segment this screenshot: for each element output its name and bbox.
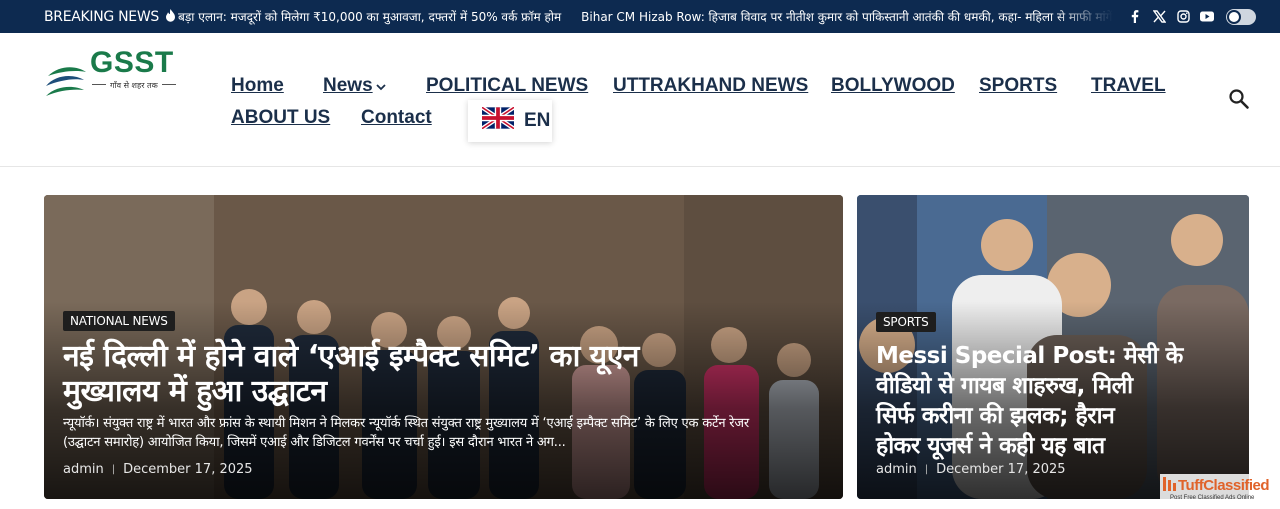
featured-article-card[interactable]: NATIONAL NEWS नई दिल्ली में होने वाले ‘ए… (44, 195, 843, 499)
language-code: EN (524, 110, 551, 131)
site-logo[interactable]: GSST गाँव से शहर तक (44, 46, 184, 122)
x-icon[interactable] (1152, 10, 1166, 24)
youtube-icon[interactable] (1200, 10, 1214, 24)
toggle-knob (1227, 9, 1241, 24)
author-link[interactable]: admin (63, 462, 104, 477)
watermark-brand: TuffClassified (1178, 477, 1270, 494)
category-badge[interactable]: SPORTS (876, 312, 936, 332)
breaking-news-label: BREAKING NEWS (44, 0, 176, 33)
news-ticker[interactable]: बड़ा एलान: मजदूरों को मिलेगा ₹10,000 का … (178, 0, 1113, 33)
side-headline[interactable]: Messi Special Post: मेसी के वीडियो से गा… (876, 341, 1236, 461)
nav-uttrakhand-news[interactable]: UTTRAKHAND NEWS (613, 75, 808, 97)
category-badge[interactable]: NATIONAL NEWS (63, 311, 175, 331)
nav-about-us[interactable]: ABOUT US (231, 107, 330, 129)
nav-travel[interactable]: TRAVEL (1091, 75, 1166, 97)
nav-bollywood[interactable]: BOLLYWOOD (831, 75, 955, 97)
top-bar: BREAKING NEWS बड़ा एलान: मजदूरों को मिले… (0, 0, 1280, 33)
facebook-icon[interactable] (1128, 10, 1142, 24)
post-date: December 17, 2025 (936, 462, 1066, 477)
featured-excerpt: न्यूयॉर्क। संयुक्त राष्ट्र में भारत और फ… (63, 416, 749, 450)
logo-text: GSST (90, 46, 174, 79)
site-header (0, 33, 1280, 167)
tagline-rule (162, 84, 176, 85)
watermark-tagline: Post Free Classified Ads Online (1170, 495, 1255, 501)
ticker-item[interactable]: बड़ा एलान: मजदूरों को मिलेगा ₹10,000 का … (178, 8, 561, 25)
logo-tagline: गाँव से शहर तक (110, 81, 158, 90)
instagram-icon[interactable] (1176, 10, 1190, 24)
nav-sports[interactable]: SPORTS (979, 75, 1057, 97)
ticker-item[interactable]: Bihar CM Hizab Row: हिजाब विवाद पर नीतीश… (581, 8, 1113, 25)
flame-icon (165, 8, 176, 25)
side-meta: admin | December 17, 2025 (876, 462, 1066, 477)
chevron-down-icon (376, 80, 386, 94)
uk-flag-icon (480, 105, 516, 135)
social-links (1128, 0, 1256, 33)
language-switcher[interactable]: EN (468, 100, 552, 142)
dark-mode-toggle[interactable] (1226, 8, 1256, 25)
nav-contact[interactable]: Contact (361, 107, 432, 129)
author-link[interactable]: admin (876, 462, 917, 477)
side-article-card[interactable]: SPORTS Messi Special Post: मेसी के वीडिय… (857, 195, 1249, 499)
featured-headline[interactable]: नई दिल्ली में होने वाले ‘एआई इम्पैक्ट सम… (63, 339, 833, 409)
tagline-rule (92, 84, 106, 85)
featured-meta: admin | December 17, 2025 (63, 462, 253, 477)
search-icon[interactable] (1228, 88, 1250, 110)
post-date: December 17, 2025 (123, 462, 253, 477)
nav-home[interactable]: Home (231, 75, 284, 97)
nav-news[interactable]: News (323, 75, 386, 97)
nav-political-news[interactable]: POLITICAL NEWS (426, 75, 588, 97)
tuffclassified-watermark: TuffClassified Post Free Classified Ads … (1160, 474, 1278, 504)
